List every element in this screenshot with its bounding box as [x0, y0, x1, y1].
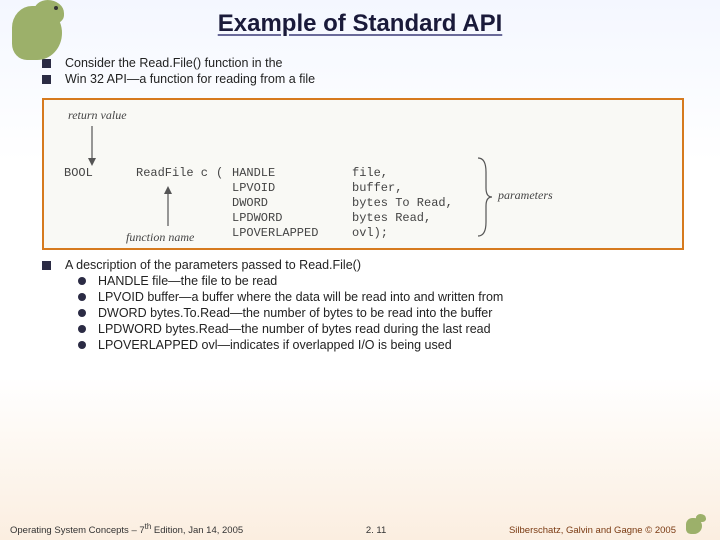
- circle-bullet-icon: [78, 325, 86, 333]
- slide-body: Consider the Read.File() function in the…: [0, 38, 720, 352]
- footer-left-text: Operating System Concepts – 7: [10, 525, 145, 536]
- bullet-item: A description of the parameters passed t…: [42, 258, 684, 272]
- sub-bullet-item: LPVOID buffer—a buffer where the data wi…: [78, 290, 684, 304]
- function-name-label: function name: [126, 230, 194, 245]
- slide-title: Example of Standard API: [0, 0, 720, 38]
- sub-bullet-item: DWORD bytes.To.Read—the number of bytes …: [78, 306, 684, 320]
- sub-bullet-text: DWORD bytes.To.Read—the number of bytes …: [98, 306, 492, 320]
- return-value-label: return value: [68, 108, 127, 123]
- circle-bullet-icon: [78, 341, 86, 349]
- circle-bullet-icon: [78, 293, 86, 301]
- sub-bullet-text: LPDWORD bytes.Read—the number of bytes r…: [98, 322, 491, 336]
- bullet-text: A description of the parameters passed t…: [65, 258, 361, 272]
- sub-bullet-item: LPOVERLAPPED ovl—indicates if overlapped…: [78, 338, 684, 352]
- footer-left: Operating System Concepts – 7th Edition,…: [10, 522, 243, 536]
- footer-center: 2. 11: [366, 525, 386, 536]
- sub-bullet-item: LPDWORD bytes.Read—the number of bytes r…: [78, 322, 684, 336]
- circle-bullet-icon: [78, 309, 86, 317]
- bullet-item: Win 32 API—a function for reading from a…: [42, 72, 684, 86]
- open-paren: (: [216, 166, 232, 241]
- slide-footer: Operating System Concepts – 7th Edition,…: [0, 508, 720, 540]
- circle-bullet-icon: [78, 277, 86, 285]
- bullet-text: Win 32 API—a function for reading from a…: [65, 72, 315, 86]
- curly-brace-icon: [474, 156, 492, 238]
- sub-bullet-text: LPOVERLAPPED ovl—indicates if overlapped…: [98, 338, 452, 352]
- footer-right: Silberschatz, Galvin and Gagne © 2005: [509, 512, 710, 536]
- down-arrow-icon: [86, 126, 98, 170]
- up-arrow-icon: [162, 186, 174, 230]
- bullet-text: Consider the Read.File() function in the: [65, 56, 282, 70]
- param-names: file, buffer, bytes To Read, bytes Read,…: [352, 166, 472, 241]
- api-signature-diagram: return value BOOL ReadFile c ( HANDLE LP…: [42, 98, 684, 250]
- square-bullet-icon: [42, 261, 51, 270]
- footer-right-text: Silberschatz, Galvin and Gagne: [509, 525, 645, 536]
- sub-bullet-text: HANDLE file—the file to be read: [98, 274, 277, 288]
- footer-left-tail: Edition, Jan 14, 2005: [151, 525, 243, 536]
- bullet-item: Consider the Read.File() function in the: [42, 56, 684, 70]
- param-types: HANDLE LPVOID DWORD LPDWORD LPOVERLAPPED: [232, 166, 352, 241]
- dinosaur-mascot-small-icon: [682, 512, 710, 536]
- parameters-label: parameters: [498, 188, 553, 203]
- sub-bullet-text: LPVOID buffer—a buffer where the data wi…: [98, 290, 503, 304]
- square-bullet-icon: [42, 75, 51, 84]
- dinosaur-mascot-image: [0, 0, 80, 72]
- footer-copyright: © 2005: [645, 525, 676, 536]
- sub-bullet-item: HANDLE file—the file to be read: [78, 274, 684, 288]
